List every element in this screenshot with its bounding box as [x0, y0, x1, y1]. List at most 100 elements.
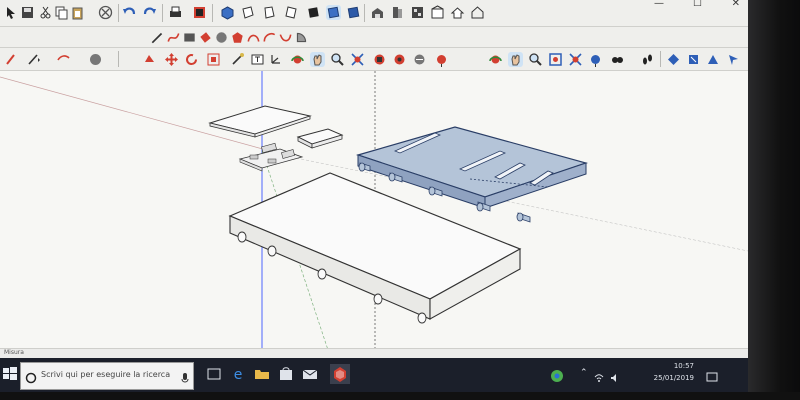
clock-time[interactable]: 10:57	[674, 362, 694, 370]
toolbar-drawing	[0, 27, 748, 48]
chrome-icon[interactable]	[550, 368, 564, 382]
minimize-button[interactable]: —	[654, 0, 664, 9]
store-icon[interactable]	[276, 364, 296, 384]
warehouse-icon[interactable]	[370, 5, 385, 20]
zoom-small-icon[interactable]	[528, 52, 543, 67]
section-icon[interactable]	[372, 52, 387, 67]
screen: — ☐ ✕ Misura Scrivi qui per eseguire la …	[0, 0, 748, 392]
shaded-textures-icon[interactable]	[346, 5, 361, 20]
windows-taskbar: Scrivi qui per eseguire la ricerca e ⌃ 1…	[0, 358, 748, 392]
copy-icon[interactable]	[54, 5, 69, 20]
previous-view-icon[interactable]	[588, 52, 603, 67]
rotate-icon[interactable]	[184, 52, 199, 67]
undo-icon[interactable]	[122, 5, 137, 20]
back-view-icon[interactable]	[306, 5, 321, 20]
microphone-icon[interactable]	[181, 370, 189, 383]
home-icon[interactable]	[450, 5, 465, 20]
push-pull-icon[interactable]	[142, 52, 157, 67]
arc-icon[interactable]	[246, 30, 260, 43]
taskbar-search-box[interactable]: Scrivi qui per eseguire la ricerca	[20, 362, 194, 390]
save-icon[interactable]	[20, 5, 35, 20]
shaded-icon[interactable]	[326, 5, 341, 20]
zoom-icon[interactable]	[330, 52, 345, 67]
top-plate[interactable]	[208, 105, 312, 138]
cut-icon[interactable]	[38, 5, 53, 20]
modeling-viewport[interactable]	[0, 71, 748, 356]
position-camera-icon[interactable]	[434, 52, 449, 67]
generate-report-icon[interactable]	[686, 52, 701, 67]
model-info-icon[interactable]	[192, 5, 207, 20]
zoom-extents-small-icon[interactable]	[568, 52, 583, 67]
zoom-window-icon[interactable]	[548, 52, 563, 67]
axes-icon[interactable]	[268, 52, 283, 67]
move-icon[interactable]	[164, 52, 179, 67]
walk-icon[interactable]	[392, 52, 407, 67]
offset-icon[interactable]	[230, 52, 245, 67]
print-icon[interactable]	[168, 5, 183, 20]
top-view-icon[interactable]	[240, 5, 255, 20]
rectangle-icon[interactable]	[182, 30, 195, 43]
erase-icon[interactable]	[98, 5, 113, 20]
search-placeholder: Scrivi qui per eseguire la ricerca	[41, 370, 171, 379]
select-icon[interactable]	[4, 5, 19, 20]
red-axis-line	[0, 76, 271, 152]
notifications-icon[interactable]	[706, 368, 718, 382]
redo-icon[interactable]	[142, 5, 157, 20]
pie-icon[interactable]	[294, 30, 307, 43]
mail-icon[interactable]	[300, 364, 320, 384]
wifi-icon[interactable]	[594, 368, 604, 382]
windows-start-icon[interactable]	[2, 366, 18, 382]
monitor-bezel-right	[748, 0, 800, 400]
small-plate[interactable]	[296, 128, 344, 149]
pan-icon[interactable]	[310, 52, 325, 67]
volume-icon[interactable]	[610, 368, 620, 382]
pencil-icon[interactable]	[150, 30, 163, 44]
materials-icon[interactable]	[430, 5, 445, 20]
zoom-extents-icon[interactable]	[350, 52, 365, 67]
cortana-search-icon	[25, 369, 37, 384]
toolbar-edit	[0, 48, 748, 71]
network-icon[interactable]: ⌃	[580, 368, 588, 378]
extension-icon[interactable]	[410, 5, 425, 20]
right-view-icon[interactable]	[284, 5, 299, 20]
circle-icon[interactable]	[214, 30, 227, 43]
look-around-icon[interactable]	[412, 52, 427, 67]
clock-date[interactable]: 25/01/2019	[654, 374, 694, 382]
front-view-icon[interactable]	[262, 5, 277, 20]
polygon-icon[interactable]	[230, 30, 243, 43]
scale-icon[interactable]	[206, 52, 221, 67]
file-explorer-icon[interactable]	[252, 364, 272, 384]
orbit-small-icon[interactable]	[488, 52, 503, 67]
interact-icon[interactable]	[726, 52, 741, 67]
dynamic-components-icon[interactable]	[706, 52, 721, 67]
freehand-icon[interactable]	[166, 30, 180, 43]
arc-tool-icon[interactable]	[56, 52, 71, 67]
shape-icon[interactable]	[88, 52, 103, 67]
toolbar-main: — ☐ ✕	[0, 0, 748, 27]
pan-small-icon[interactable]	[508, 52, 523, 67]
maximize-button[interactable]: ☐	[693, 0, 702, 9]
3pt-arc-icon[interactable]	[278, 30, 292, 43]
system-tray: ⌃ 10:57 25/01/2019	[528, 358, 748, 392]
edge-browser-icon[interactable]: e	[228, 364, 248, 384]
footprints-icon[interactable]	[640, 52, 655, 67]
line-icon[interactable]	[26, 52, 41, 67]
house-icon[interactable]	[470, 5, 485, 20]
close-button[interactable]: ✕	[732, 0, 740, 9]
paint-icon[interactable]	[4, 52, 19, 67]
monitor-bezel-bottom	[0, 392, 800, 400]
paste-icon[interactable]	[70, 5, 85, 20]
look-icon[interactable]	[610, 52, 625, 67]
2pt-arc-icon[interactable]	[262, 30, 276, 43]
circuit-board[interactable]	[238, 142, 304, 172]
component-options-icon[interactable]	[666, 52, 681, 67]
text-icon[interactable]	[250, 52, 265, 67]
component-icon[interactable]	[390, 5, 405, 20]
iso-view-icon[interactable]	[220, 5, 235, 20]
svg-text:e: e	[234, 367, 243, 383]
orbit-icon[interactable]	[290, 52, 305, 67]
status-label: Misura	[4, 349, 24, 356]
rotated-rect-icon[interactable]	[198, 30, 211, 43]
task-view-icon[interactable]	[204, 364, 224, 384]
sketchup-app-icon[interactable]	[330, 364, 350, 384]
